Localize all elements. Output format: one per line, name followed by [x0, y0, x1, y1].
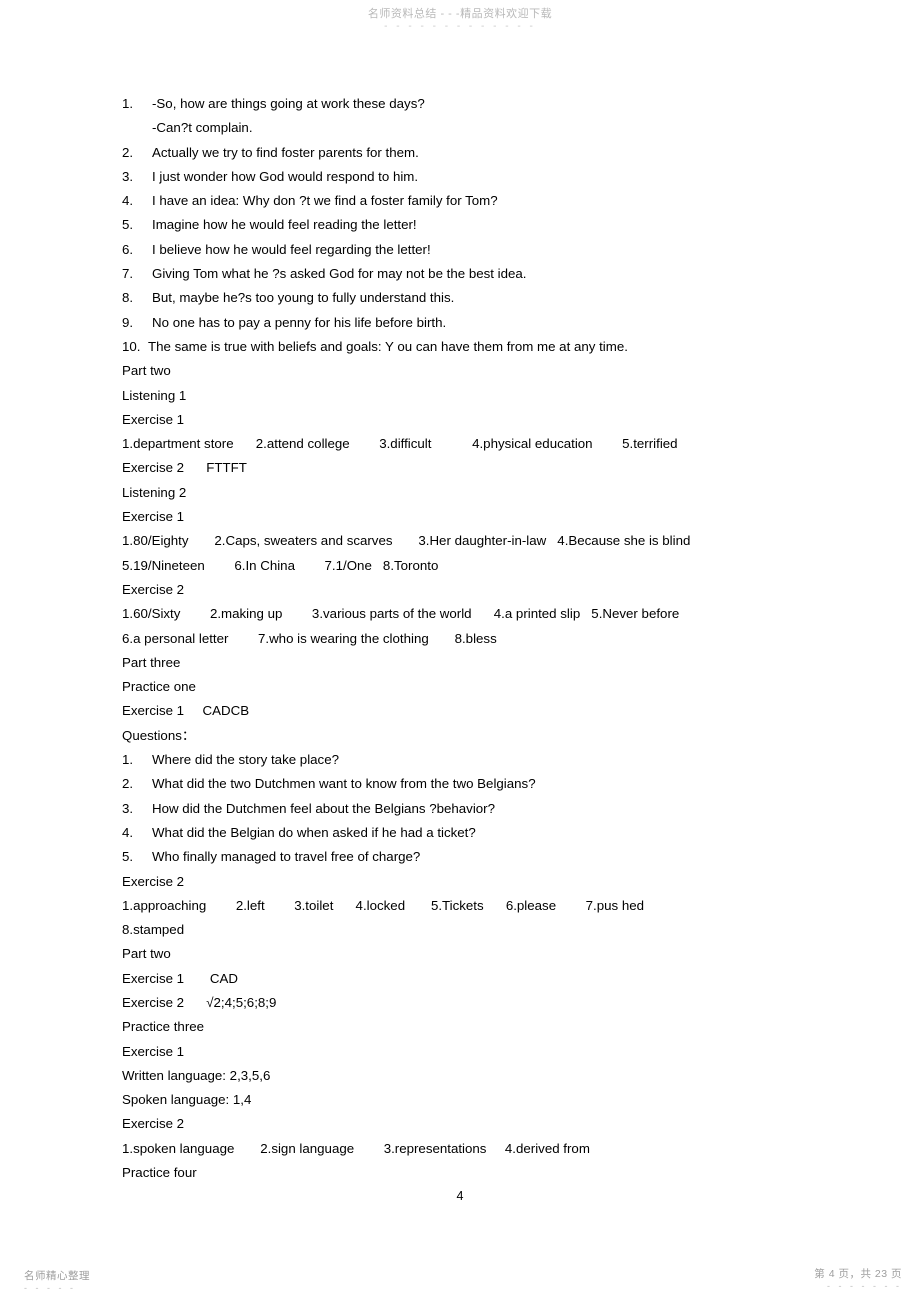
- answer-line: Exercise 2: [122, 581, 185, 597]
- answer-line: Exercise 1: [122, 411, 185, 427]
- answer-line: Exercise 2 √2;4;5;6;8;9: [122, 994, 277, 1010]
- footer-watermark-left-text: 名师精心整理: [24, 1270, 90, 1282]
- footer-watermark-left: 名师精心整理 - - - - -: [24, 1268, 90, 1293]
- footer-watermark-left-dashes: - - - - -: [24, 1283, 76, 1293]
- sentence-item: 2. Actually we try to find foster parents…: [122, 141, 822, 165]
- header-watermark-dashes: - - - - - - - - - - - - -: [384, 21, 536, 32]
- sentence-text: No one has to pay a penny for his life b…: [152, 314, 447, 330]
- answer-line: Part two: [122, 946, 171, 962]
- question-number: 4.: [122, 824, 134, 840]
- answer-line: Exercise 1 CADCB: [122, 703, 250, 719]
- header-watermark: 名师资料总结 - - -精品资料欢迎下载 - - - - - - - - - -…: [0, 8, 920, 33]
- sentence-text: I just wonder how God would respond to h…: [152, 168, 419, 184]
- sentence-number: 8.: [122, 290, 134, 306]
- answer-line: Part three: [122, 654, 181, 670]
- answer-line: 1.approaching 2.left 3.toilet 4.locked 5…: [122, 897, 645, 913]
- answer-line: 8.stamped: [122, 922, 185, 938]
- sentence-item: 6. I believe how he would feel regarding …: [122, 238, 822, 262]
- question-item: 4. What did the Belgian do when asked if …: [122, 821, 822, 845]
- question-text: Where did the story take place?: [152, 752, 339, 768]
- answer-line: Exercise 1: [122, 509, 185, 525]
- sentence-list: 1. -So, how are things going at work thes…: [122, 92, 822, 359]
- answer-line: Written language: 2,3,5,6: [122, 1067, 271, 1083]
- sentence-number: 3.: [122, 168, 134, 184]
- question-text: What did the two Dutchmen want to know f…: [152, 776, 536, 792]
- answer-line: 5.19/Nineteen 6.In China 7.1/One 8.Toron…: [122, 557, 439, 573]
- sentence-item: 3. I just wonder how God would respond to…: [122, 165, 822, 189]
- sentence-item: 7. Giving Tom what he ?s asked God for ma…: [122, 262, 822, 286]
- answer-line: Questions：: [122, 727, 196, 743]
- answer-line: Exercise 1: [122, 1043, 185, 1059]
- answer-line: Exercise 1 CAD: [122, 970, 239, 986]
- sentence-item: 5. Imagine how he would feel reading the …: [122, 213, 822, 237]
- sentence-number: 10.: [122, 338, 141, 354]
- question-number: 1.: [122, 752, 134, 768]
- footer-watermark-right-dashes: - - - - - - -: [827, 1281, 902, 1291]
- sentence-text: Giving Tom what he ?s asked God for may …: [152, 266, 527, 282]
- answer-line: Part two: [122, 363, 171, 379]
- footer-page-indicator: 第 4 页，共 23 页: [814, 1268, 902, 1280]
- sentence-text: But, maybe he?s too young to fully under…: [152, 290, 455, 306]
- answer-block-two: Exercise 2 1.approaching 2.left 3.toilet …: [122, 870, 822, 1186]
- sentence-text: -So, how are things going at work these …: [152, 96, 425, 111]
- footer-watermark-right: 第 4 页，共 23 页 - - - - - - -: [814, 1266, 902, 1291]
- question-number: 3.: [122, 800, 134, 816]
- answer-line: Practice three: [122, 1019, 205, 1035]
- sentence-item: 10. The same is true with beliefs and goa…: [122, 335, 822, 359]
- answer-line: Spoken language: 1,4: [122, 1092, 252, 1108]
- sentence-number: 1.: [122, 96, 134, 111]
- sentence-number: 5.: [122, 217, 134, 233]
- answer-line: Practice one: [122, 679, 196, 695]
- sentence-item: 8. But, maybe he?s too young to fully und…: [122, 286, 822, 310]
- sentence-number: 6.: [122, 241, 134, 257]
- sentence-item: 9. No one has to pay a penny for his life…: [122, 311, 822, 335]
- sentence-item: 4. I have an idea: Why don ?t we find a f…: [122, 189, 822, 213]
- answer-line: Practice four: [122, 1165, 197, 1181]
- question-text: Who finally managed to travel free of ch…: [152, 849, 421, 865]
- answer-line: Exercise 2: [122, 873, 185, 889]
- question-item: 3. How did the Dutchmen feel about the Be…: [122, 797, 822, 821]
- page-number: 4: [456, 1189, 464, 1203]
- answer-block-one: Part two Listening 1 Exercise 1 1.departmen…: [122, 359, 822, 748]
- answer-line: 1.80/Eighty 2.Caps, sweaters and scarves…: [122, 533, 691, 549]
- sentence-text: Actually we try to find foster parents f…: [152, 144, 419, 160]
- question-list: 1. Where did the story take place? 2. What …: [122, 748, 822, 869]
- sentence-text: Imagine how he would feel reading the le…: [152, 217, 417, 233]
- answer-line: 1.department store 2.attend college 3.di…: [122, 436, 678, 452]
- sentence-number: 2.: [122, 144, 134, 160]
- sentence-continuation: -Can?t complain.: [152, 120, 253, 136]
- answer-line: Exercise 2 FTTFT: [122, 460, 247, 476]
- sentence-text: I have an idea: Why don ?t we find a fos…: [152, 193, 498, 209]
- answer-line: 1.spoken language 2.sign language 3.repr…: [122, 1140, 590, 1156]
- sentence-number: 9.: [122, 314, 134, 330]
- document-body: 1. -So, how are things going at work thes…: [122, 92, 822, 1185]
- question-text: What did the Belgian do when asked if he…: [152, 824, 476, 840]
- answer-line: 1.60/Sixty 2.making up 3.various parts o…: [122, 606, 680, 622]
- sentence-text: The same is true with beliefs and goals:…: [148, 338, 628, 354]
- question-item: 1. Where did the story take place?: [122, 748, 822, 772]
- sentence-number: 4.: [122, 193, 134, 209]
- question-number: 5.: [122, 849, 134, 865]
- question-item: 5. Who finally managed to travel free of …: [122, 845, 822, 869]
- answer-line: Listening 2: [122, 484, 187, 500]
- answer-line: Exercise 2: [122, 1116, 185, 1132]
- question-number: 2.: [122, 776, 134, 792]
- question-item: 2. What did the two Dutchmen want to know…: [122, 772, 822, 796]
- sentence-text: I believe how he would feel regarding th…: [152, 241, 431, 257]
- answer-line: 6.a personal letter 7.who is wearing the…: [122, 630, 497, 646]
- answer-line: Listening 1: [122, 387, 187, 403]
- sentence-number: 7.: [122, 266, 134, 282]
- sentence-item: 1. -So, how are things going at work thes…: [122, 92, 822, 116]
- document-page: 名师资料总结 - - -精品资料欢迎下载 - - - - - - - - - -…: [0, 0, 920, 1301]
- question-text: How did the Dutchmen feel about the Belg…: [152, 800, 495, 816]
